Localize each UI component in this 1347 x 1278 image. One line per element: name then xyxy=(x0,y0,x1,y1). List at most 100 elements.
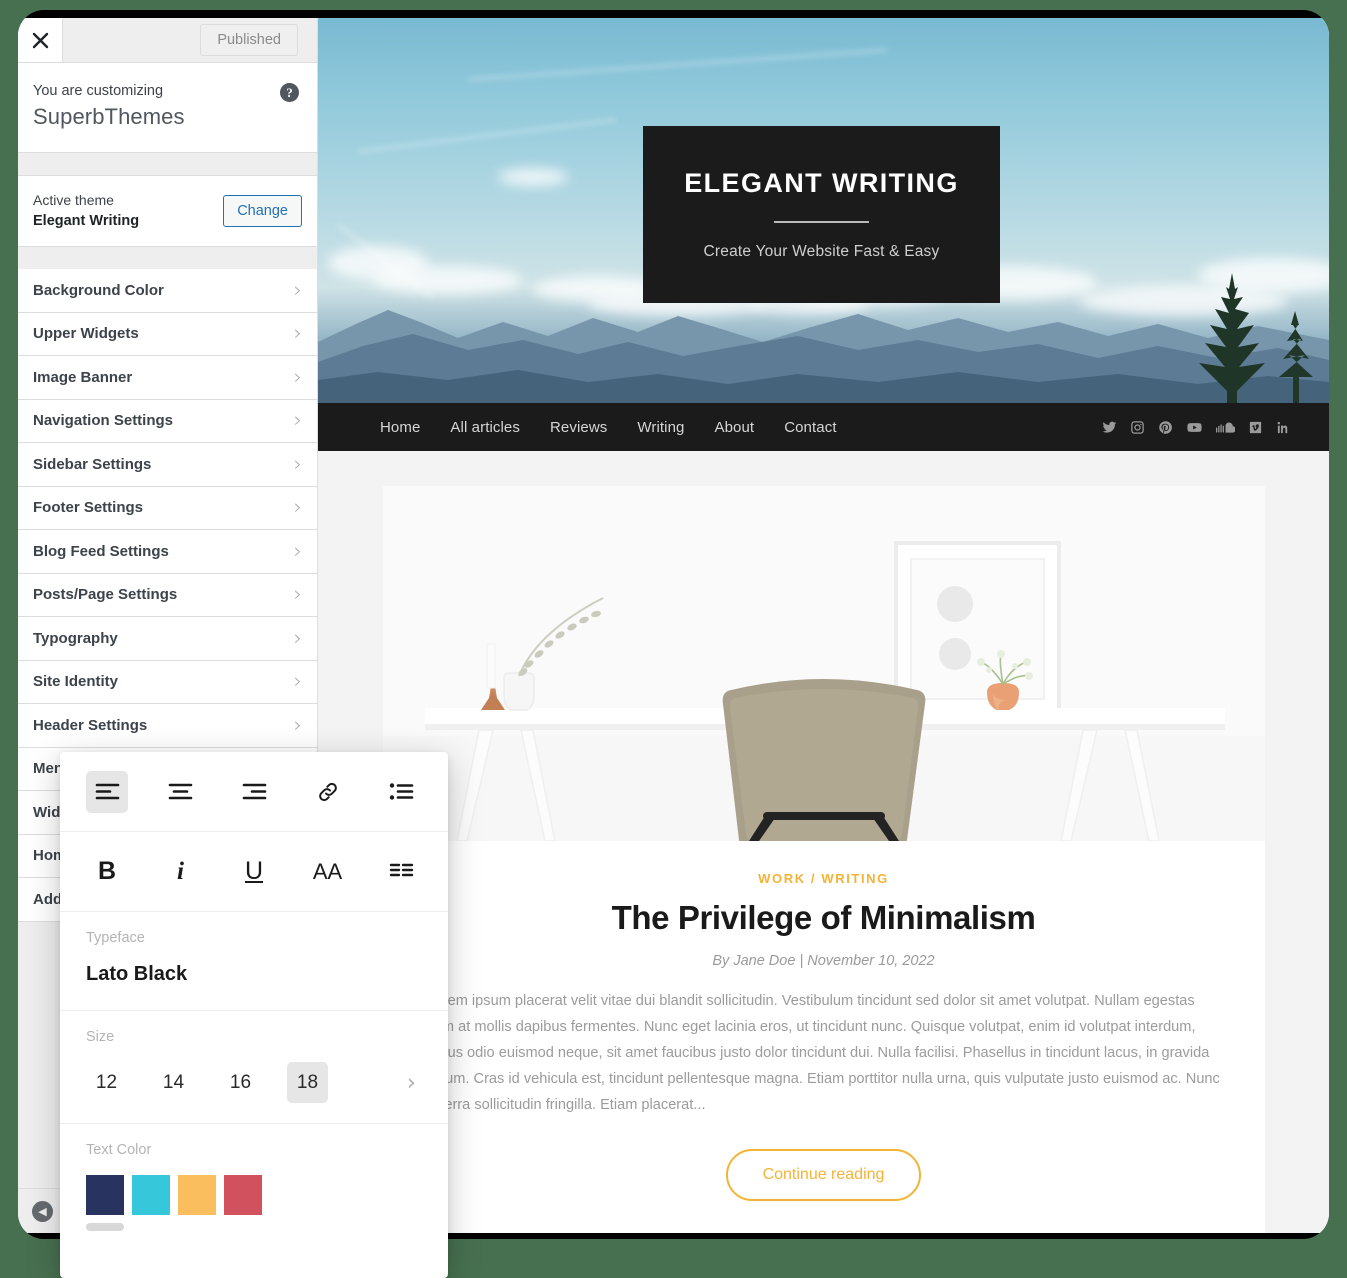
section-gap xyxy=(18,153,317,175)
chevron-right-icon: › xyxy=(293,277,302,302)
pine-tree-icon xyxy=(1279,311,1313,403)
youtube-icon[interactable] xyxy=(1186,420,1203,435)
hero-divider xyxy=(774,221,869,223)
section-label: Posts/Page Settings xyxy=(33,586,178,604)
typeface-field[interactable]: Typeface Lato Black xyxy=(60,912,448,1011)
post-body: WORK / WRITING The Privilege of Minimali… xyxy=(383,841,1265,1233)
nav-item-home[interactable]: Home xyxy=(380,419,420,436)
align-left-icon[interactable] xyxy=(86,770,128,813)
hero-subtitle: Create Your Website Fast & Easy xyxy=(703,243,940,260)
size-option-12[interactable]: 12 xyxy=(86,1062,127,1103)
customizer-section-site-identity[interactable]: Site Identity › xyxy=(18,660,317,705)
underline-icon[interactable]: U xyxy=(233,851,275,893)
soundcloud-icon[interactable] xyxy=(1216,421,1235,434)
color-swatches xyxy=(86,1175,422,1231)
nav-item-about[interactable]: About xyxy=(714,419,754,436)
section-label: Header Settings xyxy=(33,716,148,734)
size-option-18[interactable]: 18 xyxy=(287,1062,328,1103)
site-preview: ELEGANT WRITING Create Your Website Fast… xyxy=(318,18,1329,1233)
customizer-section-typography[interactable]: Typography › xyxy=(18,617,317,661)
help-icon[interactable]: ? xyxy=(280,83,299,102)
chevron-right-icon: › xyxy=(293,451,302,476)
continue-reading-wrap: Continue reading xyxy=(427,1148,1221,1201)
line-height-icon[interactable] xyxy=(380,851,422,893)
post-meta: By Jane Doe | November 10, 2022 xyxy=(712,953,935,969)
customizer-section-sidebar-settings[interactable]: Sidebar Settings › xyxy=(18,443,317,487)
typeface-label: Typeface xyxy=(86,930,145,946)
text-color-label: Text Color xyxy=(86,1142,152,1158)
customizer-section-upper-widgets[interactable]: Upper Widgets › xyxy=(18,312,317,357)
content-area: WORK / WRITING The Privilege of Minimali… xyxy=(318,451,1329,1233)
nav-menu: Home All articles Reviews Writing About Conta… xyxy=(380,419,1102,436)
hero-title: ELEGANT WRITING xyxy=(684,168,959,198)
customizing-label: You are customizing xyxy=(33,83,164,99)
bullet-list-icon[interactable] xyxy=(380,771,422,813)
instagram-icon[interactable] xyxy=(1130,420,1145,435)
section-label: Navigation Settings xyxy=(33,412,174,430)
customizer-section-posts-page-settings[interactable]: Posts/Page Settings › xyxy=(18,573,317,618)
italic-glyph: i xyxy=(177,858,184,885)
post-title[interactable]: The Privilege of Minimalism xyxy=(427,899,1221,937)
size-field: Size 12 14 16 18 › xyxy=(60,1011,448,1124)
section-label: Sidebar Settings xyxy=(33,455,152,473)
active-theme-info: Active theme Elegant Writing xyxy=(33,190,139,232)
customizer-header: You are customizing SuperbThemes ? xyxy=(18,63,317,153)
linkedin-icon[interactable] xyxy=(1276,420,1291,435)
chevron-right-icon: › xyxy=(293,495,302,520)
nav-item-writing[interactable]: Writing xyxy=(637,419,684,436)
customizer-section-background-color[interactable]: Background Color › xyxy=(18,269,317,313)
color-swatch-4[interactable] xyxy=(224,1175,262,1215)
format-toolbar: B i U AA xyxy=(60,832,448,912)
pine-tree-icon xyxy=(1199,273,1265,403)
continue-reading-button[interactable]: Continue reading xyxy=(725,1148,922,1201)
twitter-icon[interactable] xyxy=(1102,420,1117,435)
customizer-section-navigation-settings[interactable]: Navigation Settings › xyxy=(18,399,317,444)
underline-glyph: U xyxy=(244,857,264,885)
post-category[interactable]: WORK / WRITING xyxy=(427,871,1221,886)
vimeo-icon[interactable] xyxy=(1248,420,1263,435)
color-swatch-1[interactable] xyxy=(86,1175,124,1215)
section-label: Site Identity xyxy=(33,673,119,691)
section-label: Blog Feed Settings xyxy=(33,542,169,560)
site-navbar: Home All articles Reviews Writing About Conta… xyxy=(318,403,1329,451)
post-excerpt: Lorem ipsum placerat velit vitae dui bla… xyxy=(426,993,1220,1113)
link-icon[interactable] xyxy=(307,771,349,813)
chevron-right-icon: › xyxy=(293,625,302,650)
align-right-icon[interactable] xyxy=(233,771,275,813)
change-theme-button[interactable]: Change xyxy=(223,195,302,227)
text-size-icon[interactable]: AA xyxy=(307,851,349,893)
chevron-right-icon: › xyxy=(293,538,302,563)
italic-icon[interactable]: i xyxy=(160,851,202,893)
cloud-streak xyxy=(357,118,617,153)
active-theme-row: Active theme Elegant Writing Change xyxy=(18,175,317,248)
align-center-icon[interactable] xyxy=(160,771,202,813)
color-swatch-3[interactable] xyxy=(178,1175,216,1215)
size-options: 12 14 16 18 › xyxy=(86,1062,422,1103)
size-option-14[interactable]: 14 xyxy=(153,1062,194,1103)
typeface-value: Lato Black xyxy=(86,963,188,985)
nav-item-contact[interactable]: Contact xyxy=(784,419,836,436)
color-swatch-wrap xyxy=(86,1175,124,1231)
pinterest-icon[interactable] xyxy=(1158,420,1173,435)
close-icon[interactable] xyxy=(18,18,63,62)
mountain-range xyxy=(318,310,1329,403)
chevron-right-icon: › xyxy=(293,408,302,433)
section-gap-2 xyxy=(18,247,317,270)
nav-item-reviews[interactable]: Reviews xyxy=(550,419,607,436)
customizer-section-footer-settings[interactable]: Footer Settings › xyxy=(18,486,317,531)
nav-item-all-articles[interactable]: All articles xyxy=(450,419,520,436)
size-option-16[interactable]: 16 xyxy=(220,1062,261,1103)
customizer-section-image-banner[interactable]: Image Banner › xyxy=(18,356,317,400)
publish-button[interactable]: Published xyxy=(200,24,298,56)
bold-icon[interactable]: B xyxy=(86,851,128,893)
chevron-left-icon: ◀ xyxy=(32,1200,53,1222)
chevron-right-icon: › xyxy=(293,669,302,694)
size-next-chevron-icon[interactable]: › xyxy=(407,1070,422,1096)
section-label: Image Banner xyxy=(33,368,133,386)
color-swatch-2[interactable] xyxy=(132,1175,170,1215)
customizer-section-blog-feed-settings[interactable]: Blog Feed Settings › xyxy=(18,530,317,574)
post-featured-image xyxy=(382,486,1265,841)
social-icons xyxy=(1102,420,1291,435)
customizer-section-header-settings[interactable]: Header Settings › xyxy=(18,704,317,748)
